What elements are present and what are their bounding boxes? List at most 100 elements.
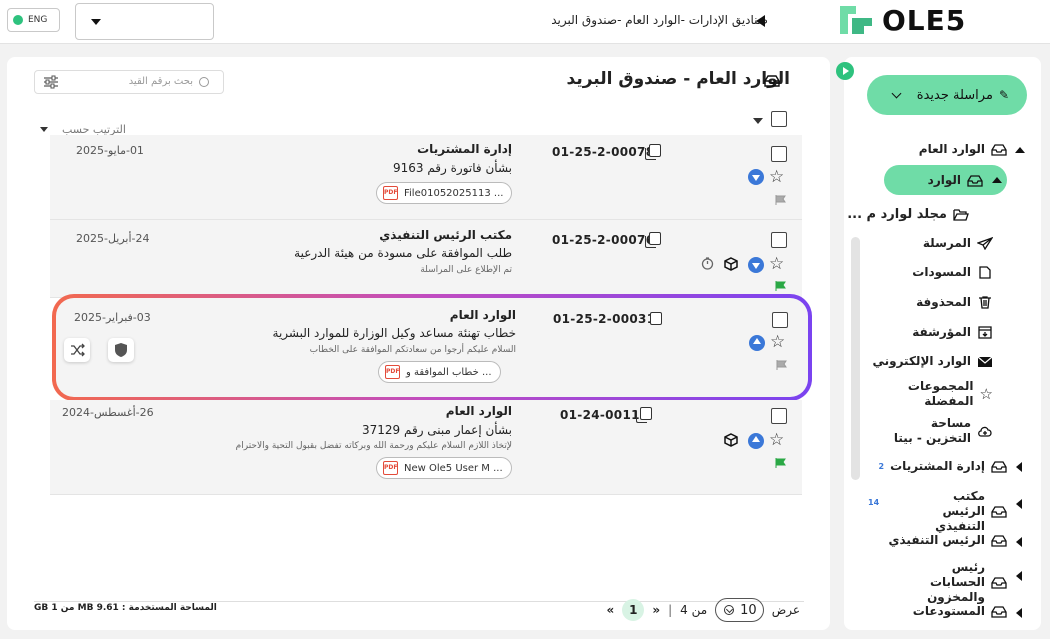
redirect-button[interactable] — [64, 338, 90, 362]
unread-count-badge: 14 — [868, 498, 880, 507]
mail-snippet: السلام عليكم أرجوا من سعادتكم الموافقة ع… — [309, 345, 516, 355]
attachment-chip[interactable]: PDF File01052025113 ... — [376, 182, 513, 204]
reference-number: 01-25-2-00078 — [552, 145, 655, 159]
next-page-button[interactable]: » — [607, 603, 615, 617]
expand-arrow-icon[interactable] — [1016, 537, 1022, 547]
sidebar-item-favorite-groups[interactable]: ☆ المجموعات المفضلة — [908, 379, 993, 409]
copy-icon[interactable] — [650, 312, 662, 325]
expand-arrow-icon[interactable] — [1016, 571, 1022, 581]
sidebar-item-deleted[interactable]: المحذوفة — [916, 295, 993, 309]
top-bar: ENG صناديق الإدارات -الوارد العام -صندوق… — [0, 0, 1050, 44]
highlighted-mail-row[interactable]: ☆ 01-25-2-00031 الوارد العام خطاب تهنئة … — [52, 294, 812, 401]
logo-text: OLE5 — [882, 3, 967, 37]
star-icon[interactable]: ☆ — [770, 332, 785, 352]
package-icon — [724, 433, 738, 447]
sidebar-item-label: المستودعات — [912, 604, 985, 618]
mail-snippet: لإتخاذ اللازم السلام عليكم ورحمة الله وب… — [235, 441, 512, 451]
sidebar-item-label: المرسلة — [922, 236, 971, 250]
sidebar-toggle-icon[interactable] — [836, 62, 854, 80]
envelope-icon — [977, 356, 993, 367]
outgoing-arrow-icon — [748, 433, 764, 449]
mail-date: 03-فبراير-2025 — [74, 311, 151, 324]
sidebar-item-general-inbox[interactable]: الوارد العام — [919, 142, 1007, 156]
new-correspondence-button[interactable]: ✎ مراسلة جديدة — [867, 75, 1027, 115]
sidebar-item-label: مساحة التخزين - بيتا — [893, 416, 971, 445]
select-options-arrow-icon[interactable] — [753, 118, 763, 124]
mailbox-selector[interactable] — [75, 3, 214, 40]
copy-icon[interactable] — [645, 144, 661, 160]
sidebar-item-ceo[interactable]: الرئيس التنفيذي — [888, 533, 1007, 547]
sidebar-scrollbar[interactable] — [851, 237, 860, 480]
current-page-button[interactable]: 1 — [622, 599, 645, 621]
per-page-select[interactable]: 10 — [715, 598, 764, 622]
row-checkbox[interactable] — [771, 146, 787, 162]
copy-icon[interactable] — [645, 232, 661, 248]
search-input[interactable]: بحث برقم القيد — [34, 70, 224, 94]
sidebar-item-storage[interactable]: مساحة التخزين - بيتا — [893, 416, 993, 446]
expand-arrow-icon[interactable] — [1016, 499, 1022, 509]
pagination: عرض 10 من 4 | « 1 » — [607, 597, 800, 623]
prev-page-button[interactable]: « — [652, 603, 660, 617]
attachment-chip[interactable]: PDF خطاب الموافقة و ... — [378, 361, 501, 383]
star-icon[interactable]: ☆ — [769, 254, 784, 274]
expand-arrow-icon[interactable] — [1016, 608, 1022, 618]
sort-dropdown-arrow-icon[interactable] — [40, 127, 48, 132]
timer-icon — [701, 257, 714, 270]
attachment-name: New Ole5 User M ... — [404, 462, 503, 474]
row-checkbox[interactable] — [772, 312, 788, 328]
flag-icon[interactable] — [775, 195, 787, 205]
language-switch[interactable]: ENG — [7, 8, 60, 32]
copy-icon[interactable] — [636, 407, 652, 423]
expand-arrow-icon[interactable] — [1016, 462, 1022, 472]
sidebar-item-accounts[interactable]: رئيس الحسابات والمخزون — [901, 560, 1007, 605]
flag-icon[interactable] — [775, 458, 787, 468]
breadcrumb: صناديق الإدارات -الوارد العام -صندوق الب… — [551, 13, 768, 27]
flag-icon[interactable] — [775, 281, 787, 291]
mail-row[interactable]: ☆ 01-24-00113 الوارد العام بشأن إعمار مب… — [50, 400, 802, 495]
star-icon: ☆ — [979, 385, 993, 403]
attachment-chip[interactable]: PDF New Ole5 User M ... — [376, 457, 512, 479]
flag-icon[interactable] — [776, 360, 788, 370]
new-button-label: مراسلة جديدة — [916, 87, 993, 103]
page-title: الوارد العام - صندوق البريد — [566, 69, 790, 89]
mail-row[interactable]: ☆ 01-25-2-00076 مكتب الرئيس التنفيذي طلب… — [50, 220, 802, 298]
sidebar-item-archived[interactable]: المؤرشفة — [912, 325, 993, 339]
unread-count-badge: 2 — [878, 461, 885, 471]
inbox-icon — [967, 174, 983, 187]
sidebar-item-drafts[interactable]: المسودات — [912, 265, 993, 279]
row-checkbox[interactable] — [771, 408, 787, 424]
sidebar-item-procurement[interactable]: إدارة المشتريات 2 — [879, 459, 1007, 473]
mail-snippet: تم الإطلاع على المراسلة — [420, 265, 512, 275]
package-icon — [724, 257, 738, 271]
sidebar-item-label: الرئيس التنفيذي — [888, 533, 985, 547]
star-icon[interactable]: ☆ — [769, 430, 784, 450]
sidebar-item-label: المؤرشفة — [912, 325, 971, 339]
sidebar-item-warehouses[interactable]: المستودعات — [913, 604, 1007, 618]
show-label: عرض — [771, 603, 800, 617]
filter-settings-icon[interactable] — [41, 75, 61, 89]
collapse-arrow-icon[interactable] — [992, 177, 1002, 183]
row-checkbox[interactable] — [771, 232, 787, 248]
sidebar-item-inbox[interactable]: الوارد — [928, 173, 983, 187]
archive-icon — [978, 325, 992, 339]
chevron-down-icon — [724, 605, 735, 615]
inbox-icon — [991, 577, 1007, 589]
inbox-icon — [991, 605, 1007, 618]
select-all-checkbox[interactable] — [771, 111, 787, 127]
language-label: ENG — [28, 15, 48, 25]
breadcrumb-arrow-icon[interactable] — [756, 15, 765, 27]
star-icon[interactable]: ☆ — [769, 167, 784, 187]
sidebar-item-e-inbox[interactable]: الوارد الإلكتروني — [872, 354, 993, 368]
collapse-arrow-icon[interactable] — [1015, 147, 1025, 153]
security-button[interactable] — [108, 338, 134, 362]
sidebar-item-ceo-office[interactable]: مكتب الرئيس التنفيذي — [935, 489, 1007, 534]
sidebar-item-sent[interactable]: المرسلة — [923, 236, 993, 250]
sidebar-item-label: مكتب الرئيس التنفيذي — [935, 489, 985, 533]
mail-date: 01-مايو-2025 — [76, 144, 144, 157]
storage-usage: المساحة المستخدمة : 9.61 MB من 1 GB — [34, 603, 217, 613]
sidebar-item-folder[interactable]: مجلد لوارد م ... — [847, 207, 969, 222]
shield-icon — [115, 343, 127, 357]
incoming-arrow-icon — [748, 257, 764, 273]
mail-row[interactable]: ☆ 01-25-2-00078 إدارة المشتريات بشأن فات… — [50, 135, 802, 220]
mail-date: 26-أغسطس-2024 — [62, 406, 154, 419]
